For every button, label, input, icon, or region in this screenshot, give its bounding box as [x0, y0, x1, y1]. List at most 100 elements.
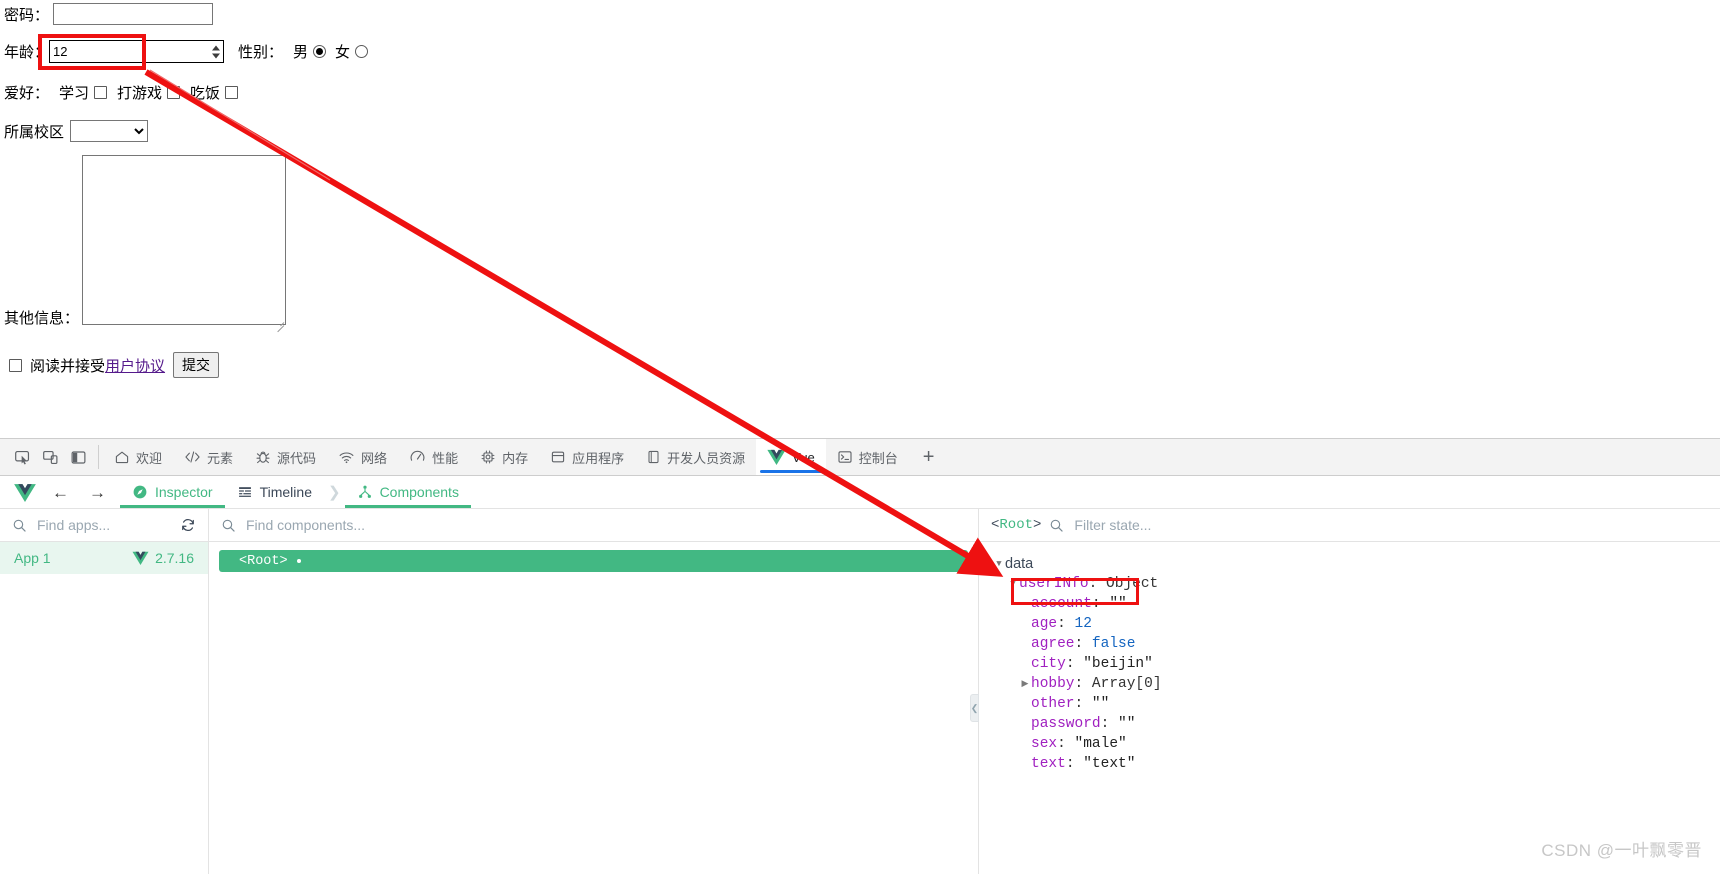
password-input[interactable] [53, 3, 214, 25]
vue-tab-label: Timeline [259, 484, 312, 500]
state-value: "male" [1074, 736, 1127, 752]
agreement-row: 阅读并接受 用户协议 提交 [9, 352, 220, 378]
state-group-data[interactable]: ▼ data [985, 554, 1720, 574]
tab-console[interactable]: 控制台 [826, 439, 909, 475]
state-value: "" [1091, 696, 1110, 712]
chevron-right-icon[interactable]: ▶ [1019, 674, 1031, 694]
chevron-down-icon[interactable]: ▼ [1007, 574, 1019, 594]
hobby-row: 爱好： 学习 打游戏 吃饭 [4, 82, 239, 103]
state-key: text [1031, 756, 1066, 772]
inspect-element-icon[interactable] [10, 445, 34, 469]
dock-side-icon[interactable] [66, 445, 90, 469]
vue-search-row: <Root> [0, 509, 1720, 542]
toolbar-divider [98, 445, 99, 469]
tab-label: 源代码 [277, 450, 317, 466]
panel-splitter-handle[interactable]: ❮ [970, 694, 979, 722]
arrow-left-icon[interactable]: ← [52, 484, 69, 501]
device-toolbar-icon[interactable] [38, 445, 62, 469]
tab-welcome[interactable]: 欢迎 [103, 439, 173, 475]
state-value: "beijin" [1083, 656, 1153, 672]
vue-tab-label: Inspector [155, 484, 213, 500]
tab-performance[interactable]: 性能 [398, 439, 469, 475]
hobby-label: 爱好： [4, 85, 50, 102]
tab-label: 开发人员资源 [667, 450, 746, 466]
state-entry-agree[interactable]: agree: false [985, 634, 1720, 654]
app-list-item[interactable]: App 1 2.7.16 [0, 542, 208, 574]
state-value: Array[0] [1091, 676, 1162, 692]
component-tree-node-root[interactable]: <Root> [219, 550, 968, 572]
other-info-textarea[interactable] [82, 155, 287, 325]
submit-button[interactable]: 提交 [173, 352, 220, 378]
campus-select[interactable] [70, 120, 149, 142]
tab-label: 网络 [361, 450, 388, 466]
tab-label: 应用程序 [572, 450, 625, 466]
age-spinner-icon[interactable] [212, 45, 221, 58]
vue-tab-timeline[interactable]: Timeline [225, 476, 324, 508]
apps-search-input[interactable] [35, 516, 172, 534]
chevron-down-icon[interactable]: ▼ [993, 554, 1005, 574]
tab-developer-resources[interactable]: 开发人员资源 [635, 439, 756, 475]
refresh-icon[interactable] [180, 517, 196, 533]
other-info-textarea-wrap[interactable] [82, 155, 287, 329]
age-stepper[interactable] [49, 40, 225, 63]
state-key: hobby [1031, 676, 1075, 692]
user-agreement-link[interactable]: 用户协议 [105, 355, 165, 376]
wifi-icon [338, 449, 355, 465]
components-search-input[interactable] [244, 516, 966, 534]
password-label: 密码： [4, 6, 50, 24]
state-key: account [1031, 596, 1092, 612]
web-page-form: 密码： 年龄： 性别： 男 女 爱好： 学习 打游戏 吃饭 所属校区 其他信息： [0, 0, 1720, 438]
tab-application[interactable]: 应用程序 [539, 439, 635, 475]
state-entry-hobby[interactable]: ▶ hobby: Array[0] [985, 674, 1720, 694]
hobby-label-2: 吃饭 [190, 85, 221, 102]
state-key: sex [1031, 736, 1058, 752]
sex-male-radio[interactable] [313, 45, 327, 58]
tab-elements[interactable]: 元素 [173, 439, 244, 475]
state-key: userINfo [1019, 576, 1089, 592]
age-label: 年龄： [4, 44, 50, 61]
hobby-checkbox-2[interactable] [225, 86, 239, 99]
search-icon [1049, 518, 1064, 533]
arrow-right-icon[interactable]: → [89, 484, 106, 501]
state-entry-password[interactable]: password: "" [985, 714, 1720, 734]
agreement-checkbox[interactable] [9, 358, 22, 372]
state-entry-account[interactable]: account: "" [985, 594, 1720, 614]
devtools-panel-icons [2, 439, 96, 475]
other-info-label: 其他信息： [4, 310, 80, 327]
state-key: age [1031, 616, 1058, 632]
state-key: password [1031, 716, 1101, 732]
sex-female-radio[interactable] [355, 45, 369, 58]
tab-label: 性能 [432, 450, 459, 466]
tab-sources[interactable]: 源代码 [244, 439, 327, 475]
timeline-icon [237, 484, 253, 500]
state-entry-text[interactable]: text: "text" [985, 754, 1720, 774]
tab-network[interactable]: 网络 [327, 439, 398, 475]
hobby-checkbox-0[interactable] [94, 86, 108, 99]
state-value: false [1091, 636, 1136, 652]
hobby-checkbox-1[interactable] [167, 86, 181, 99]
state-entry-city[interactable]: city: "beijin" [985, 654, 1720, 674]
age-input[interactable] [49, 40, 225, 63]
state-search-input[interactable] [1072, 516, 1708, 534]
state-entry-sex[interactable]: sex: "male" [985, 734, 1720, 754]
tab-memory[interactable]: 内存 [469, 439, 539, 475]
vue-devtools-toolbar: ← → Inspector Timeline ❯ Components [0, 476, 1720, 509]
search-icon [221, 518, 236, 533]
state-entry-other[interactable]: other: "" [985, 694, 1720, 714]
component-render-dot-icon [296, 559, 301, 563]
home-icon [114, 449, 130, 465]
vue-breadcrumb-components[interactable]: Components [344, 476, 472, 508]
state-key: city [1031, 656, 1066, 672]
bug-icon [255, 449, 271, 465]
chip-icon [480, 449, 496, 465]
vue-breadcrumb-label: Components [379, 484, 459, 500]
tab-label: 控制台 [858, 450, 898, 466]
state-entry-age[interactable]: age: 12 [985, 614, 1720, 634]
vue-tab-inspector[interactable]: Inspector [120, 476, 225, 508]
add-tab-button[interactable]: + [909, 439, 949, 475]
sex-female-label: 女 [335, 44, 351, 61]
state-entry-userinfo[interactable]: ▼ userINfo: Object [985, 574, 1720, 594]
tab-vue[interactable]: Vue [756, 439, 826, 475]
state-search-cell: <Root> [979, 509, 1720, 541]
state-column: ▼ data ▼ userINfo: Object account: "" ag… [979, 542, 1720, 874]
